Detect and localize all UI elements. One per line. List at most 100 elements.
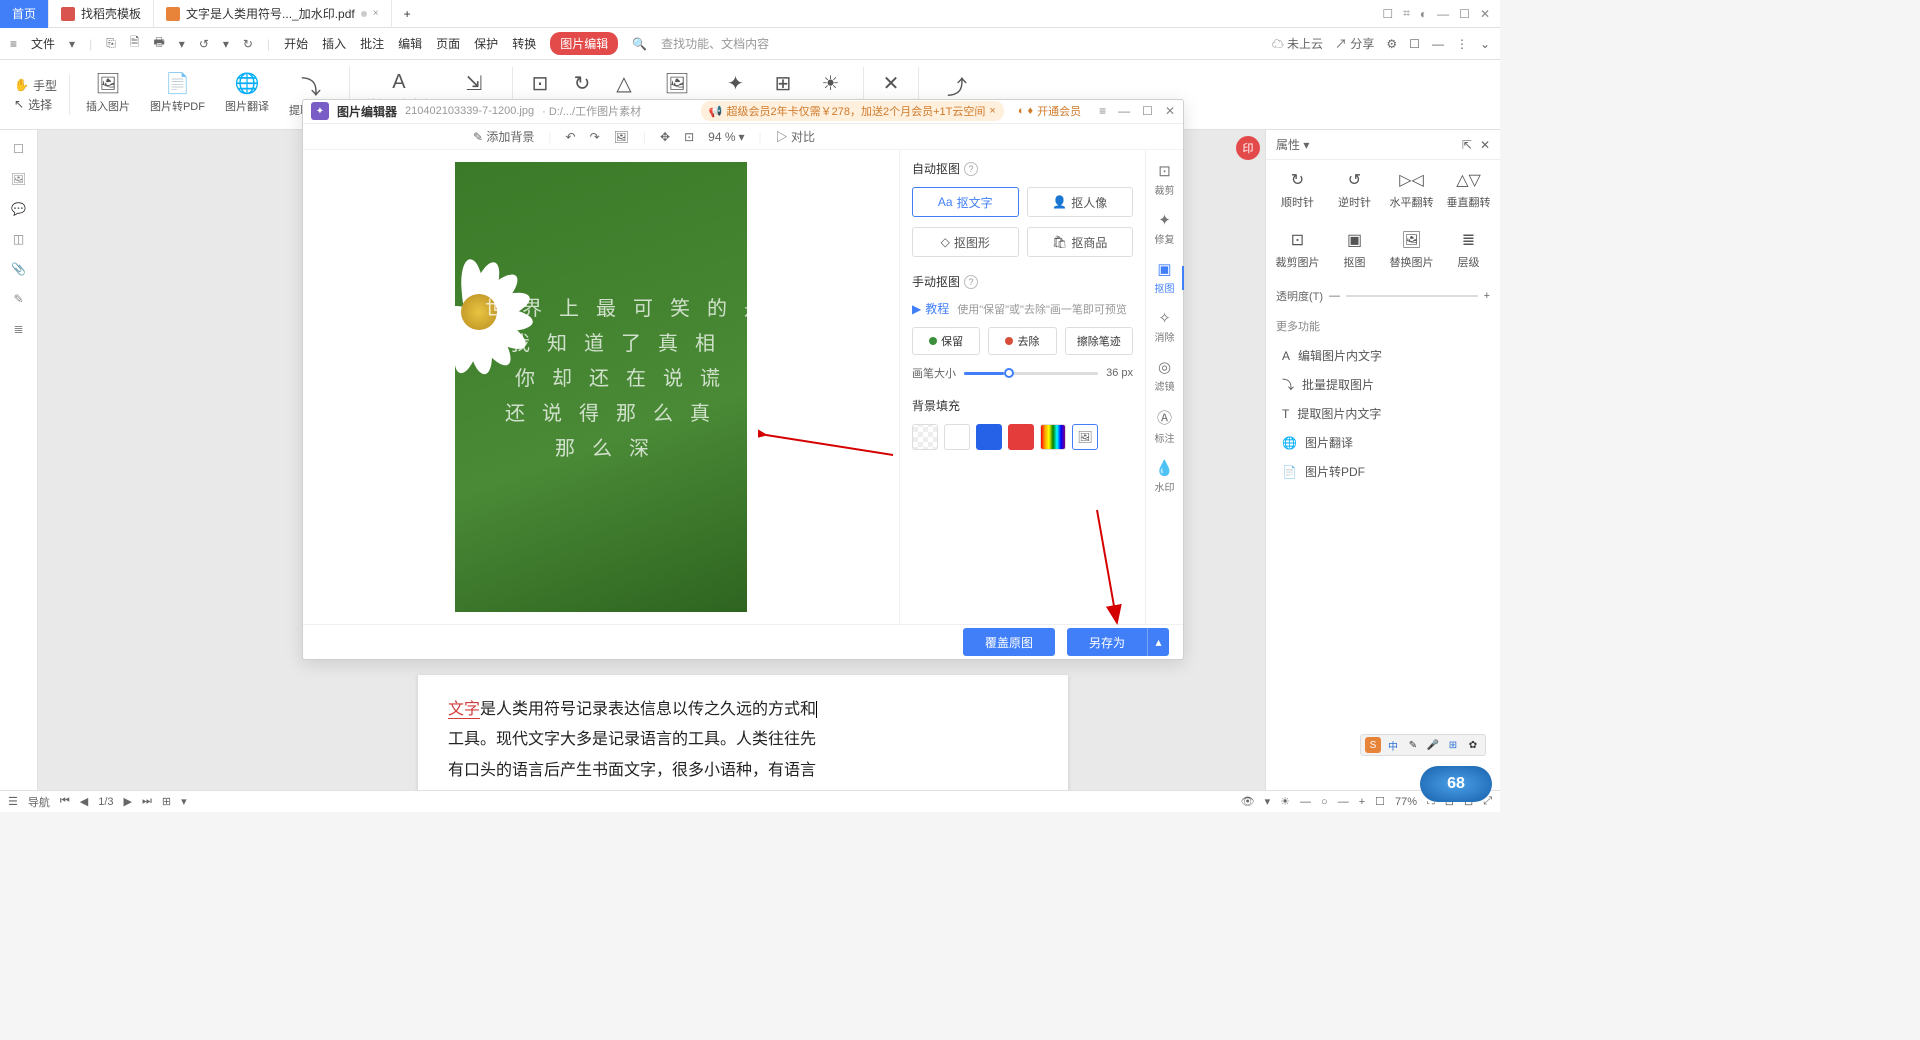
more-icon[interactable]: ⋮ bbox=[1456, 37, 1468, 51]
zoom-in-icon[interactable]: + bbox=[1359, 796, 1365, 808]
ime-lang[interactable]: 中 bbox=[1385, 737, 1401, 753]
editor-titlebar[interactable]: ✦ 图片编辑器 210402103339-7-1200.jpg · D:/...… bbox=[303, 100, 1183, 124]
add-background-button[interactable]: ✎ 添加背景 bbox=[473, 128, 534, 145]
prev-page-icon[interactable]: ◀ bbox=[80, 795, 88, 808]
cutout-抠图形[interactable]: ◇抠图形 bbox=[912, 227, 1019, 257]
file-menu[interactable]: 文件 bbox=[31, 35, 55, 52]
first-page-icon[interactable]: ⏮ bbox=[60, 795, 70, 808]
ime-settings-icon[interactable]: ✿ bbox=[1465, 737, 1481, 753]
cloud-status[interactable]: ☁ 未上云 bbox=[1272, 35, 1323, 52]
vtab-滤镜[interactable]: ◎滤镜 bbox=[1155, 358, 1175, 393]
view-caret-icon[interactable]: ▾ bbox=[181, 795, 187, 808]
panel-popout-icon[interactable]: ⇱ bbox=[1462, 138, 1472, 152]
menu-page[interactable]: 页面 bbox=[436, 35, 460, 52]
zoom-selector[interactable]: 94 % ▾ bbox=[708, 130, 744, 144]
editor-maximize-icon[interactable]: ☐ bbox=[1142, 104, 1153, 118]
select-tool[interactable]: ↖ 选择 bbox=[14, 96, 57, 113]
menu-start[interactable]: 开始 bbox=[284, 35, 308, 52]
promo-close-icon[interactable]: × bbox=[989, 105, 995, 117]
search-placeholder[interactable]: 查找功能、文档内容 bbox=[661, 35, 769, 52]
menu-image-edit[interactable]: 图片编辑 bbox=[550, 32, 618, 55]
performance-badge[interactable]: 68 bbox=[1420, 766, 1492, 802]
vip-link[interactable]: ◐ ♦ 开通会员 bbox=[1018, 103, 1081, 119]
more-提取图片内文字[interactable]: T提取图片内文字 bbox=[1276, 400, 1490, 427]
menu-protect[interactable]: 保护 bbox=[474, 35, 498, 52]
more-批量提取图片[interactable]: ⤵批量提取图片 bbox=[1276, 371, 1490, 398]
chevron-down-icon[interactable]: ▾ bbox=[223, 37, 229, 51]
more-编辑图片内文字[interactable]: A编辑图片内文字 bbox=[1276, 342, 1490, 369]
cutout-抠人像[interactable]: 👤抠人像 bbox=[1027, 187, 1134, 217]
save-as-dropdown[interactable]: ▴ bbox=[1147, 628, 1169, 656]
zoom-slider-knob[interactable]: ○ bbox=[1321, 796, 1328, 808]
menu-convert[interactable]: 转换 bbox=[512, 35, 536, 52]
cutout-抠商品[interactable]: 🛍抠商品 bbox=[1027, 227, 1134, 257]
swatch-picker[interactable]: 🖼 bbox=[1072, 424, 1098, 450]
share-button[interactable]: ↗ 分享 bbox=[1335, 35, 1374, 52]
tab-home[interactable]: 首页 bbox=[0, 0, 49, 28]
canvas[interactable]: 世 界 上 最 可 笑 的 是 我 知 道 了 真 相 你 却 还 在 说 谎 … bbox=[303, 150, 899, 624]
rp-层级[interactable]: ≣层级 bbox=[1443, 230, 1494, 270]
nav-label[interactable]: 导航 bbox=[28, 794, 50, 810]
ribbon-插入图片[interactable]: 🖼插入图片 bbox=[76, 67, 140, 122]
apps-icon[interactable]: ⌗ bbox=[1403, 6, 1410, 21]
ime-grid-icon[interactable]: ⊞ bbox=[1445, 737, 1461, 753]
overwrite-button[interactable]: 覆盖原图 bbox=[963, 628, 1055, 656]
tab-templates[interactable]: 找稻壳模板 bbox=[49, 0, 154, 28]
pill-擦除笔迹[interactable]: 擦除笔迹 bbox=[1065, 327, 1133, 355]
panel-close-icon[interactable]: ✕ bbox=[1480, 138, 1490, 152]
vtab-水印[interactable]: 💧水印 bbox=[1155, 459, 1175, 494]
promo-banner[interactable]: 📢 超级会员2年卡仅需￥278，加送2个月会员+1T云空间 × bbox=[701, 101, 1004, 121]
vtab-裁剪[interactable]: ⊡裁剪 bbox=[1155, 162, 1175, 197]
minimize-panel-icon[interactable]: — bbox=[1432, 37, 1444, 51]
hamburger-icon[interactable]: ≡ bbox=[10, 37, 17, 51]
swatch-red[interactable] bbox=[1008, 424, 1034, 450]
editor-close-icon[interactable]: ✕ bbox=[1165, 104, 1175, 118]
more-图片翻译[interactable]: 🌐图片翻译 bbox=[1276, 429, 1490, 456]
more-图片转PDF[interactable]: 📄图片转PDF bbox=[1276, 458, 1490, 485]
rail-edit-icon[interactable]: ✎ bbox=[13, 292, 23, 306]
search-icon[interactable]: 🔍 bbox=[632, 37, 647, 51]
pill-保留[interactable]: 保留 bbox=[912, 327, 980, 355]
vtab-修复[interactable]: ✦修复 bbox=[1155, 211, 1175, 246]
chevron-down-icon[interactable]: ▾ bbox=[69, 37, 75, 51]
tutorial-link[interactable]: ▶ 教程 bbox=[912, 300, 949, 317]
rail-bookmark-icon[interactable]: ☐ bbox=[13, 142, 24, 156]
rail-outline-icon[interactable]: ◫ bbox=[13, 232, 24, 246]
tab-document[interactable]: 文字是人类用符号..._加水印.pdf× bbox=[154, 0, 392, 28]
fit-width-icon[interactable]: ☐ bbox=[1375, 795, 1385, 808]
redo-icon[interactable]: ↷ bbox=[590, 130, 600, 144]
vtab-抠图[interactable]: ▣抠图 bbox=[1155, 260, 1175, 295]
rp-抠图[interactable]: ▣抠图 bbox=[1329, 230, 1380, 270]
minimize-icon[interactable]: — bbox=[1437, 7, 1449, 21]
rp-水平翻转[interactable]: ▷◁水平翻转 bbox=[1386, 170, 1437, 210]
cutout-抠文字[interactable]: Aa抠文字 bbox=[912, 187, 1019, 217]
save-as-button[interactable]: 另存为 bbox=[1067, 628, 1147, 656]
theme-icon[interactable]: ◐ bbox=[1420, 7, 1427, 21]
rail-comment-icon[interactable]: 💬 bbox=[11, 202, 26, 216]
open-icon[interactable]: ⎘ bbox=[106, 36, 116, 51]
rail-attachment-icon[interactable]: 📎 bbox=[11, 262, 26, 276]
swatch-blue[interactable] bbox=[976, 424, 1002, 450]
rp-垂直翻转[interactable]: △▽垂直翻转 bbox=[1443, 170, 1494, 210]
rp-裁剪图片[interactable]: ⊡裁剪图片 bbox=[1272, 230, 1323, 270]
ime-pen-icon[interactable]: ✎ bbox=[1405, 737, 1421, 753]
ribbon-图片转PDF[interactable]: 📄图片转PDF bbox=[140, 67, 215, 122]
next-page-icon[interactable]: ▶ bbox=[124, 795, 132, 808]
pill-去除[interactable]: 去除 bbox=[988, 327, 1056, 355]
nav-toggle-icon[interactable]: ☰ bbox=[8, 795, 18, 808]
editor-menu-icon[interactable]: ≡ bbox=[1099, 104, 1106, 118]
swatch-transparent[interactable] bbox=[912, 424, 938, 450]
opacity-plus[interactable]: + bbox=[1484, 290, 1490, 302]
new-tab-button[interactable]: + bbox=[392, 0, 423, 28]
undo-icon[interactable]: ↺ bbox=[199, 37, 209, 51]
stamp-button[interactable]: 印 bbox=[1236, 136, 1260, 160]
menu-annotate[interactable]: 批注 bbox=[360, 35, 384, 52]
undo-icon[interactable]: ↶ bbox=[566, 130, 576, 144]
window-icon[interactable]: ☐ bbox=[1409, 37, 1420, 51]
redo-icon[interactable]: ↻ bbox=[243, 37, 253, 51]
zoom-value[interactable]: 77% bbox=[1395, 796, 1417, 808]
close-window-icon[interactable]: ✕ bbox=[1480, 7, 1490, 21]
close-icon[interactable]: × bbox=[373, 8, 379, 19]
edited-image[interactable]: 世 界 上 最 可 笑 的 是 我 知 道 了 真 相 你 却 还 在 说 谎 … bbox=[455, 162, 747, 612]
image-icon[interactable]: 🖼 bbox=[614, 130, 629, 144]
